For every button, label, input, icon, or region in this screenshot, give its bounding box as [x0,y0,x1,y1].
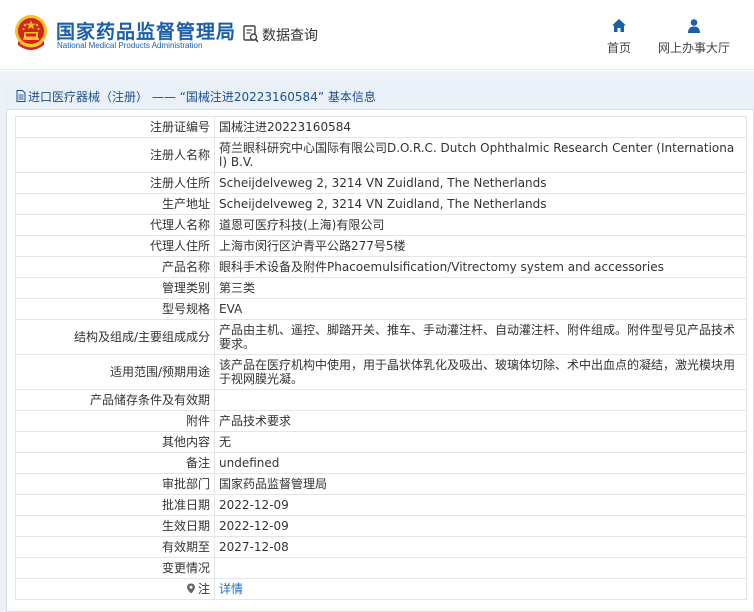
nav-online-office-label: 网上办事大厅 [657,41,730,55]
table-row: 注 详情 [15,578,747,600]
field-value: 产品由主机、遥控、脚踏开关、推车、手动灌注杆、自动灌注杆、附件组成。附件型号见产… [214,319,747,355]
field-value: 眼科手术设备及附件Phacoemulsification/Vitrectomy … [214,256,747,278]
details-link[interactable]: 详情 [219,582,243,596]
field-value: 国械注进20223160584 [214,116,747,138]
field-value: EVA [214,298,747,320]
table-row: 代理人住所 上海市闵行区沪青平公路277号5楼 [15,235,747,257]
field-label: 注册证编号 [15,116,215,138]
table-row: 生产地址 Scheijdelveweg 2, 3214 VN Zuidland, … [15,193,747,215]
field-value-cell: 详情 [214,578,747,600]
field-label: 其他内容 [15,431,215,453]
table-row: 批准日期 2022-12-09 [15,494,747,516]
field-value: 荷兰眼科研究中心国际有限公司D.O.R.C. Dutch Ophthalmic … [214,137,747,173]
user-icon [688,19,700,33]
document-icon [16,90,26,102]
table-row: 注册证编号 国械注进20223160584 [15,116,747,138]
table-row: 产品名称 眼科手术设备及附件Phacoemulsification/Vitrect… [15,256,747,278]
table-row: 生效日期 2022-12-09 [15,515,747,537]
table-row: 管理类别 第三类 [15,277,747,299]
field-label: 产品名称 [15,256,215,278]
data-query-label[interactable]: 数据查询 [262,25,318,45]
field-label: 代理人住所 [15,235,215,257]
home-icon [612,19,626,32]
field-value: 该产品在医疗机构中使用，用于晶状体乳化及吸出、玻璃体切除、术中出血点的凝结，激光… [214,354,747,390]
breadcrumb: 进口医疗器械（注册） —— “国械注进20223160584” 基本信息 [6,82,754,110]
field-value: 2022-12-09 [214,515,747,537]
site-header: 国家药品监督管理局 National Medical Products Admi… [0,0,754,70]
field-label: 型号规格 [15,298,215,320]
field-value: 第三类 [214,277,747,299]
field-value: undefined [214,452,747,474]
field-value: 上海市闵行区沪青平公路277号5楼 [214,235,747,257]
field-label: 适用范围/预期用途 [15,354,215,390]
field-value: Scheijdelveweg 2, 3214 VN Zuidland, The … [214,172,747,194]
field-value: 道恩可医疗科技(上海)有限公司 [214,214,747,236]
table-row: 附件 产品技术要求 [15,410,747,432]
field-label: 审批部门 [15,473,215,495]
field-value: 2027-12-08 [214,536,747,558]
field-label: 注 [197,582,210,596]
table-row: 有效期至 2027-12-08 [15,536,747,558]
field-value: Scheijdelveweg 2, 3214 VN Zuidland, The … [214,193,747,215]
field-label: 代理人名称 [15,214,215,236]
field-value: 无 [214,431,747,453]
table-row: 审批部门 国家药品监督管理局 [15,473,747,495]
table-row: 适用范围/预期用途 该产品在医疗机构中使用，用于晶状体乳化及吸出、玻璃体切除、术中… [15,354,747,390]
org-name-english: National Medical Products Administration [57,41,203,50]
field-label: 产品储存条件及有效期 [15,389,215,411]
nav-home[interactable]: 首页 [604,18,634,56]
national-emblem-icon [15,15,47,50]
nav-home-label: 首页 [606,41,631,55]
table-row: 变更情况 [15,557,747,579]
field-label: 批准日期 [15,494,215,516]
field-label: 结构及组成/主要组成成分 [15,319,215,355]
table-row: 注册人名称 荷兰眼科研究中心国际有限公司D.O.R.C. Dutch Ophtha… [15,137,747,173]
note-icon [186,583,195,594]
table-row: 代理人名称 道恩可医疗科技(上海)有限公司 [15,214,747,236]
field-value: 国家药品监督管理局 [214,473,747,495]
nav-online-office[interactable]: 网上办事大厅 [656,18,732,56]
field-value [214,389,747,411]
field-label: 变更情况 [15,557,215,579]
data-query-icon [243,25,259,43]
table-row: 型号规格 EVA [15,298,747,320]
field-label: 生产地址 [15,193,215,215]
org-name: 国家药品监督管理局 [56,21,237,43]
field-value: 2022-12-09 [214,494,747,516]
field-label: 有效期至 [15,536,215,558]
note-label-cell: 注 [15,578,215,600]
field-value: 产品技术要求 [214,410,747,432]
table-row: 产品储存条件及有效期 [15,389,747,411]
field-label: 生效日期 [15,515,215,537]
field-label: 备注 [15,452,215,474]
table-row: 其他内容无 [15,431,747,453]
table-row: 备注 undefined [15,452,747,474]
table-row: 注册人住所 Scheijdelveweg 2, 3214 VN Zuidland,… [15,172,747,194]
registration-info-table: 注册证编号 国械注进20223160584 注册人名称 荷兰眼科研究中心国际有限公司… [15,116,747,600]
field-label: 附件 [15,410,215,432]
table-row: 结构及组成/主要组成成分 产品由主机、遥控、脚踏开关、推车、手动灌注杆、自动灌注杆… [15,319,747,355]
field-label: 注册人住所 [15,172,215,194]
breadcrumb-text: 进口医疗器械（注册） —— “国械注进20223160584” 基本信息 [28,90,376,104]
field-label: 管理类别 [15,277,215,299]
field-value [214,557,747,579]
field-label: 注册人名称 [15,137,215,173]
